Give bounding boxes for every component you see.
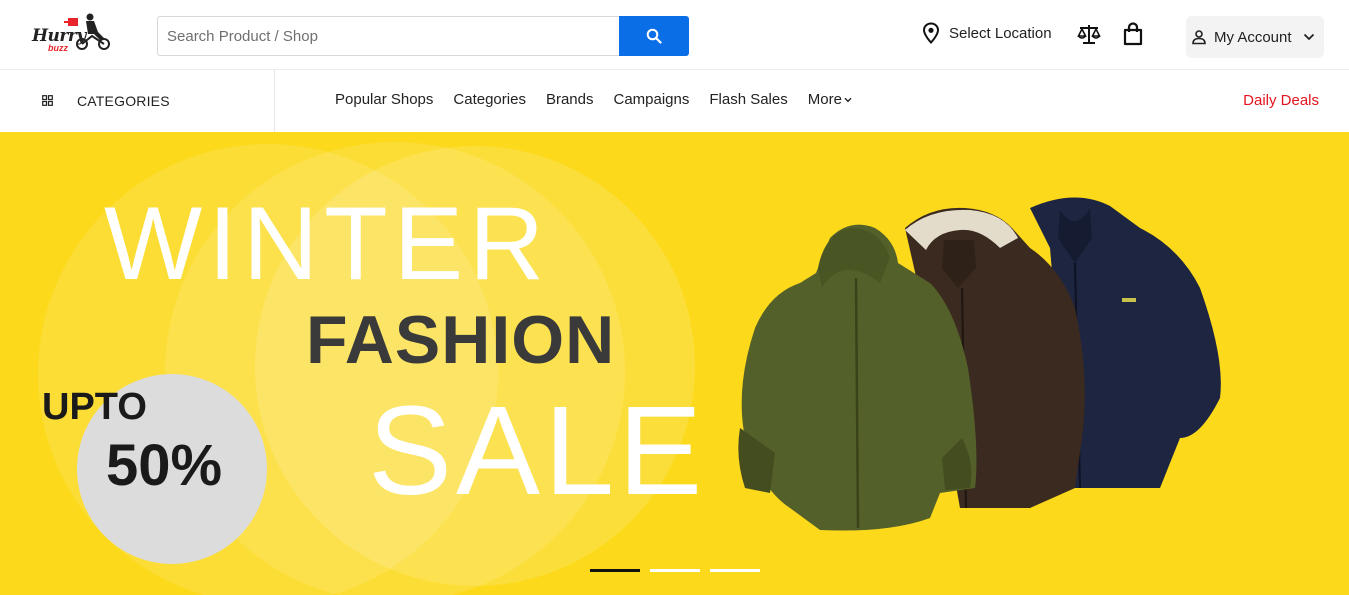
nav-link-popular-shops[interactable]: Popular Shops: [335, 91, 433, 108]
select-location-button[interactable]: Select Location: [922, 18, 1052, 48]
location-label: Select Location: [949, 24, 1052, 42]
carousel-dot-1[interactable]: [590, 569, 640, 572]
daily-deals-link[interactable]: Daily Deals: [1243, 92, 1319, 109]
banner-headline-fashion: FASHION: [306, 302, 616, 378]
chevron-down-icon: [844, 97, 852, 102]
discount-upto-label: UPTO: [42, 386, 147, 428]
nav-more-dropdown[interactable]: More: [808, 91, 852, 108]
nav-link-categories[interactable]: Categories: [453, 91, 526, 108]
nav-link-campaigns[interactable]: Campaigns: [613, 91, 689, 108]
banner-headline-sale: SALE: [368, 380, 707, 521]
site-header: Hurry buzz Select Location: [0, 0, 1349, 70]
more-label: More: [807, 91, 842, 108]
jackets-image: [738, 197, 1221, 531]
shopping-bag-icon: [1123, 22, 1143, 46]
search-button[interactable]: [619, 16, 689, 56]
site-logo[interactable]: Hurry buzz: [28, 12, 112, 58]
grid-icon: [42, 95, 53, 106]
categories-label: CATEGORIES: [77, 93, 170, 109]
search-bar: [157, 16, 689, 56]
account-label: My Account: [1214, 28, 1292, 46]
carousel-dot-3[interactable]: [710, 569, 760, 572]
discount-percent: 50%: [106, 433, 223, 498]
categories-menu-button[interactable]: CATEGORIES: [0, 70, 275, 132]
banner-headline-winter: WINTER: [104, 186, 551, 302]
chevron-down-icon: [1303, 33, 1314, 41]
nav-link-brands[interactable]: Brands: [546, 91, 594, 108]
hero-banner[interactable]: WINTER FASHION SALE UPTO 50%: [0, 132, 1349, 595]
search-input[interactable]: [157, 16, 620, 56]
compare-button[interactable]: [1076, 20, 1102, 48]
main-nav: CATEGORIES Popular Shops Categories Bran…: [0, 70, 1349, 132]
cart-button[interactable]: [1120, 20, 1146, 48]
nav-links: Popular Shops Categories Brands Campaign…: [335, 91, 852, 108]
carousel-indicators: [590, 569, 760, 572]
user-icon: [1192, 30, 1206, 45]
map-pin-icon: [922, 22, 940, 44]
scale-icon: [1077, 25, 1101, 44]
carousel-dot-2[interactable]: [650, 569, 700, 572]
search-icon: [646, 28, 662, 44]
logo-subtext: buzz: [48, 43, 68, 53]
my-account-button[interactable]: My Account: [1186, 16, 1324, 58]
nav-link-flash-sales[interactable]: Flash Sales: [709, 91, 787, 108]
